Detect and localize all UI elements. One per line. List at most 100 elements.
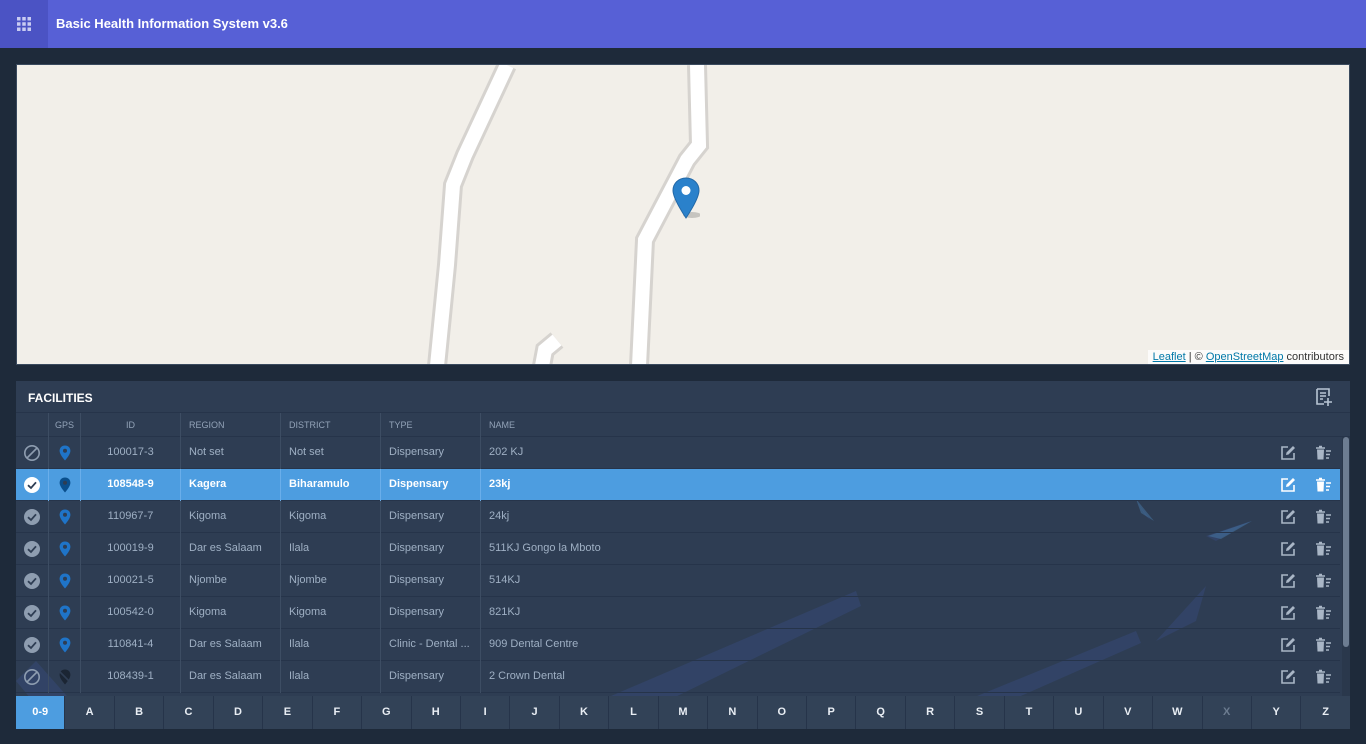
status-cell[interactable] [16,565,48,597]
alphabet-letter-d[interactable]: D [212,696,263,729]
table-row[interactable]: 108548-9 Kagera Biharamulo Dispensary 23… [16,469,1340,501]
alphabet-letter-o[interactable]: O [756,696,806,729]
edit-icon[interactable] [1279,444,1297,462]
gps-cell[interactable] [48,661,80,693]
alphabet-letter-k[interactable]: K [558,696,609,729]
check-circle-icon [24,541,40,557]
edit-icon[interactable] [1279,668,1297,686]
facility-map[interactable]: Leaflet | © OpenStreetMap contributors [16,64,1350,365]
alphabet-letter-b[interactable]: B [113,696,164,729]
alphabet-letter-j[interactable]: J [509,696,559,729]
status-cell[interactable] [16,501,48,533]
facility-type: Dispensary [380,597,480,629]
facility-id: 110841-4 [80,629,180,661]
column-name[interactable]: NAME [480,413,1340,437]
edit-icon[interactable] [1279,604,1297,622]
alphabet-letter-u[interactable]: U [1053,696,1103,729]
apps-grid-icon [17,17,31,31]
alphabet-letter-y[interactable]: Y [1250,696,1301,729]
facility-id: 108548-9 [80,469,180,501]
location-off-icon [58,669,72,685]
table-row[interactable]: 110967-7 Kigoma Kigoma Dispensary 24kj [16,501,1340,533]
delete-list-icon[interactable] [1314,668,1332,686]
alphabet-letter-t[interactable]: T [1003,696,1054,729]
column-district[interactable]: DISTRICT [280,413,380,437]
delete-list-icon[interactable] [1314,636,1332,654]
facility-region: Njombe [180,565,280,597]
gps-cell[interactable] [48,533,80,565]
facility-district: Biharamulo [280,469,380,501]
status-cell[interactable] [16,661,48,693]
status-cell[interactable] [16,533,48,565]
delete-list-icon[interactable] [1314,476,1332,494]
facility-id: 100021-5 [80,565,180,597]
alphabet-letter-a[interactable]: A [64,696,114,729]
gps-cell[interactable] [48,501,80,533]
edit-icon[interactable] [1279,636,1297,654]
leaflet-link[interactable]: Leaflet [1153,351,1186,363]
delete-list-icon[interactable] [1314,572,1332,590]
app-title: Basic Health Information System v3.6 [56,16,288,31]
alphabet-letter-0-9[interactable]: 0-9 [16,696,65,729]
gps-cell[interactable] [48,565,80,597]
map-marker-icon[interactable] [672,177,700,221]
alphabet-filter: 0-9 A B C D E F G H I J K L M N O P Q R S T U V W X Y Z [16,696,1350,729]
alphabet-letter-c[interactable]: C [163,696,213,729]
table-row[interactable]: 100542-0 Kigoma Kigoma Dispensary 821KJ [16,597,1340,629]
edit-icon[interactable] [1279,572,1297,590]
gps-cell[interactable] [48,469,80,501]
edit-icon[interactable] [1279,476,1297,494]
facility-name: 202 KJ [480,437,1240,469]
alphabet-letter-s[interactable]: S [954,696,1004,729]
alphabet-letter-n[interactable]: N [707,696,757,729]
openstreetmap-link[interactable]: OpenStreetMap [1206,351,1284,363]
location-pin-icon [59,605,71,621]
delete-list-icon[interactable] [1314,508,1332,526]
map-attribution: Leaflet | © OpenStreetMap contributors [1147,350,1349,364]
alphabet-letter-w[interactable]: W [1152,696,1202,729]
check-circle-icon [24,573,40,589]
edit-icon[interactable] [1279,540,1297,558]
delete-list-icon[interactable] [1314,444,1332,462]
edit-icon[interactable] [1279,508,1297,526]
facility-district: Kigoma [280,501,380,533]
table-row[interactable]: 108439-1 Dar es Salaam Ilala Dispensary … [16,661,1340,693]
status-cell[interactable] [16,629,48,661]
column-region[interactable]: REGION [180,413,280,437]
table-row[interactable]: 100019-9 Dar es Salaam Ilala Dispensary … [16,533,1340,565]
delete-list-icon[interactable] [1314,604,1332,622]
alphabet-letter-p[interactable]: P [806,696,856,729]
location-pin-icon [59,573,71,589]
column-type[interactable]: TYPE [380,413,480,437]
alphabet-letter-r[interactable]: R [904,696,955,729]
alphabet-letter-f[interactable]: F [311,696,362,729]
status-cell[interactable] [16,469,48,501]
alphabet-letter-l[interactable]: L [608,696,658,729]
facility-region: Kigoma [180,597,280,629]
alphabet-letter-z[interactable]: Z [1300,696,1350,729]
column-id[interactable]: ID [80,413,180,437]
table-row[interactable]: 110841-4 Dar es Salaam Ilala Clinic - De… [16,629,1340,661]
alphabet-letter-v[interactable]: V [1102,696,1153,729]
table-row[interactable]: 100017-3 Not set Not set Dispensary 202 … [16,437,1340,469]
app-menu-button[interactable] [0,0,48,48]
alphabet-letter-i[interactable]: I [459,696,510,729]
add-facility-icon[interactable] [1314,387,1334,407]
alphabet-letter-m[interactable]: M [657,696,708,729]
alphabet-letter-e[interactable]: E [262,696,312,729]
delete-list-icon[interactable] [1314,540,1332,558]
table-scrollbar-thumb[interactable] [1343,437,1349,647]
column-gps[interactable]: GPS [48,413,80,437]
alphabet-letter-h[interactable]: H [410,696,460,729]
facility-type: Dispensary [380,501,480,533]
status-cell[interactable] [16,437,48,469]
gps-cell[interactable] [48,437,80,469]
gps-cell[interactable] [48,629,80,661]
table-scrollbar[interactable] [1342,437,1350,696]
facility-region: Dar es Salaam [180,661,280,693]
alphabet-letter-g[interactable]: G [361,696,411,729]
gps-cell[interactable] [48,597,80,629]
alphabet-letter-q[interactable]: Q [855,696,905,729]
table-row[interactable]: 100021-5 Njombe Njombe Dispensary 514KJ [16,565,1340,597]
status-cell[interactable] [16,597,48,629]
